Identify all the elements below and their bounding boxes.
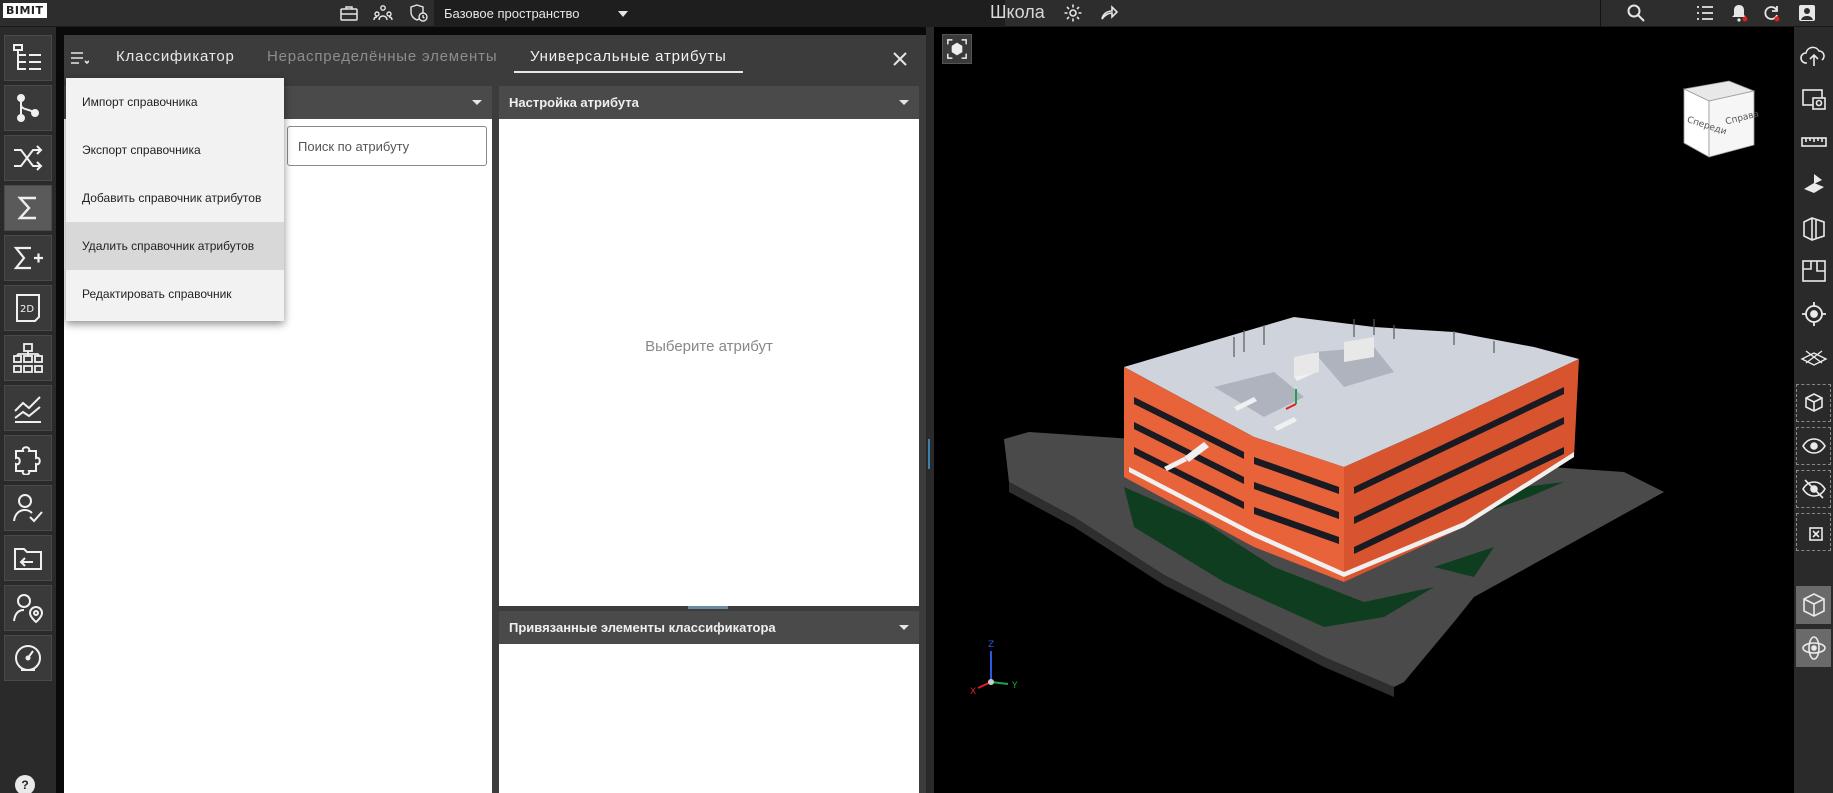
2d-sheet-button[interactable]: 2D — [4, 285, 52, 331]
top-bar: BIMIT Базовое пространство Школа — [0, 0, 1833, 27]
menu-item-delete[interactable]: Удалить справочник атрибутов — [66, 222, 284, 270]
sigma-plus-icon — [13, 246, 43, 270]
space-select[interactable]: Базовое пространство — [434, 0, 1005, 27]
shield-clock-icon[interactable] — [408, 2, 430, 24]
building-model[interactable] — [934, 27, 1794, 793]
chevron-down-icon[interactable] — [899, 625, 909, 630]
shuffle-icon — [14, 145, 43, 171]
sigma-icon — [17, 196, 36, 220]
menu-item-add[interactable]: Добавить справочник атрибутов — [66, 174, 284, 222]
left-toolbar: 2D — [0, 27, 56, 793]
select-attribute-hint: Выберите атрибут — [645, 337, 773, 355]
sigma-button[interactable] — [4, 185, 52, 231]
chevron-down-icon[interactable] — [472, 100, 482, 105]
reference-menu: Импорт справочника Экспорт справочника Д… — [66, 78, 284, 321]
shuffle-button[interactable] — [4, 135, 52, 181]
menu-item-edit[interactable]: Редактировать справочник — [66, 270, 284, 318]
close-selection-icon[interactable] — [1796, 513, 1831, 551]
2d-sheet-icon: 2D — [16, 294, 40, 322]
folder-export-icon — [14, 548, 42, 570]
hierarchy-button[interactable] — [4, 335, 52, 381]
gauge-icon — [15, 645, 41, 671]
app-logo[interactable]: BIMIT — [3, 3, 47, 18]
branch-button[interactable] — [4, 85, 52, 131]
chart-lines-icon — [14, 396, 41, 423]
puzzle-icon — [15, 446, 41, 475]
project-title: Школа — [990, 2, 1045, 22]
splitter-grip — [928, 439, 930, 469]
linked-elements-title: Привязанные элементы классификатора — [509, 620, 776, 635]
attribute-search-input[interactable] — [287, 126, 487, 166]
axis-z-label: Z — [988, 640, 994, 650]
user-location-icon — [13, 594, 44, 624]
linked-elements-section: Привязанные элементы классификатора — [499, 611, 919, 793]
axis-y-label: Y — [1011, 681, 1018, 691]
tab-bar: Классификатор Нераспределённые элементы … — [64, 35, 926, 81]
menu-item-export[interactable]: Экспорт справочника — [66, 126, 284, 174]
clip-plane-icon[interactable] — [1796, 338, 1831, 376]
axis-indicator: Z X Y — [970, 640, 1018, 697]
chart-lines-button[interactable] — [4, 385, 52, 431]
space-select-label: Базовое пространство — [444, 6, 580, 21]
right-toolbar — [1794, 27, 1833, 793]
branch-icon — [17, 94, 39, 122]
splitter-handle[interactable] — [688, 606, 728, 609]
3d-viewport[interactable]: Спереди Справа Z X Y — [934, 27, 1794, 793]
tree-structure-button[interactable] — [4, 35, 52, 81]
tree-structure-icon — [13, 44, 41, 70]
screenshot-icon[interactable] — [1796, 80, 1831, 118]
user-check-icon — [13, 494, 43, 523]
close-icon[interactable] — [892, 51, 908, 67]
tab-universal-attributes[interactable]: Универсальные атрибуты — [514, 45, 743, 73]
linked-elements-header[interactable]: Привязанные элементы классификатора — [499, 611, 919, 644]
show-eye-icon[interactable] — [1796, 427, 1831, 465]
briefcase-icon[interactable] — [338, 2, 360, 24]
axis-x-label: X — [970, 687, 976, 697]
hide-eye-icon[interactable] — [1796, 470, 1831, 508]
svg-text:2D: 2D — [20, 304, 34, 315]
viewport-splitter[interactable] — [926, 27, 934, 793]
bell-icon[interactable] — [1728, 2, 1750, 24]
tab-unassigned-elements[interactable]: Нераспределённые элементы — [267, 45, 497, 73]
attribute-settings-header[interactable]: Настройка атрибута — [499, 86, 919, 119]
list-icon[interactable] — [1694, 2, 1716, 24]
orbit-icon[interactable] — [1796, 629, 1831, 667]
isolate-cube-icon[interactable] — [1796, 384, 1831, 422]
view-cube[interactable]: Спереди Справа — [1674, 77, 1764, 167]
floor-plan-icon[interactable] — [1796, 252, 1831, 290]
chevron-down-icon — [618, 11, 628, 17]
gauge-button[interactable] — [4, 635, 52, 681]
attribute-settings-title: Настройка атрибута — [509, 95, 639, 110]
puzzle-button[interactable] — [4, 435, 52, 481]
tab-classifier[interactable]: Классификатор — [116, 45, 235, 73]
divider — [1600, 0, 1601, 27]
user-icon[interactable] — [1796, 2, 1818, 24]
team-icon[interactable] — [372, 2, 394, 24]
search-icon[interactable] — [1625, 2, 1647, 24]
section-box-icon[interactable] — [1796, 209, 1831, 247]
user-check-button[interactable] — [4, 485, 52, 531]
sigma-plus-button[interactable] — [4, 235, 52, 281]
folder-export-button[interactable] — [4, 535, 52, 581]
share-arrow-icon[interactable] — [1098, 2, 1120, 24]
user-location-button[interactable] — [4, 585, 52, 631]
menu-item-import[interactable]: Импорт справочника — [66, 78, 284, 126]
attribute-settings-section: Выберите атрибут Настройка атрибута — [499, 86, 919, 606]
help-button[interactable]: ? — [15, 775, 35, 793]
menu-icon[interactable] — [69, 49, 90, 67]
chevron-down-icon[interactable] — [899, 100, 909, 105]
hierarchy-icon — [13, 343, 43, 373]
target-icon[interactable] — [1796, 295, 1831, 333]
gear-icon[interactable] — [1062, 2, 1084, 24]
ruler-icon[interactable] — [1796, 123, 1831, 161]
cloud-upload-icon[interactable] — [1796, 37, 1831, 75]
section-plane-icon[interactable] — [1796, 166, 1831, 204]
cube-view-icon[interactable] — [1796, 586, 1831, 624]
sync-icon[interactable] — [1760, 2, 1782, 24]
